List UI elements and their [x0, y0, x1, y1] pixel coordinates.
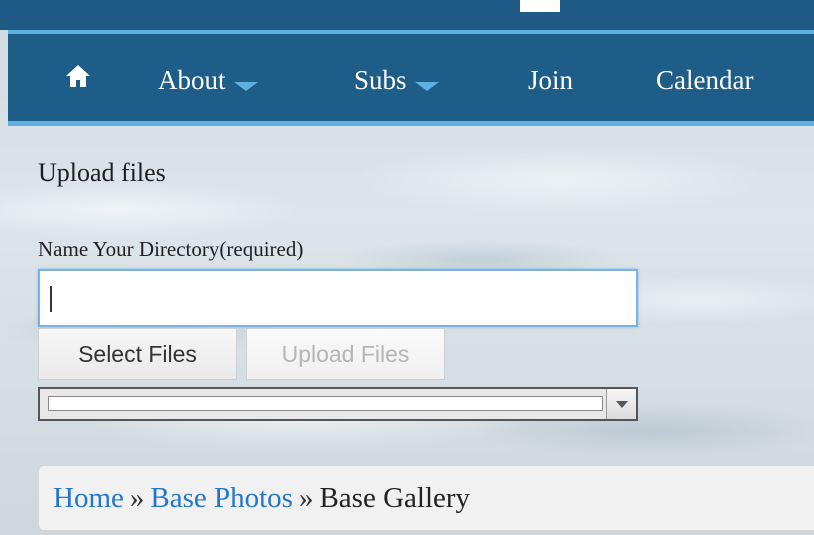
directory-select[interactable]: [38, 387, 638, 421]
text-cursor: [50, 286, 52, 312]
breadcrumb-separator: »: [298, 482, 314, 514]
home-icon: [66, 65, 90, 87]
home-button[interactable]: [65, 64, 95, 94]
nav-subs-label: Subs: [354, 65, 407, 95]
select-files-button[interactable]: Select Files: [38, 328, 237, 380]
breadcrumb-base-photos[interactable]: Base Photos: [150, 482, 293, 514]
directory-name-input[interactable]: [38, 269, 638, 327]
chevron-down-icon: [615, 400, 628, 408]
breadcrumb-current: Base Gallery: [319, 482, 471, 514]
breadcrumb-separator: »: [129, 482, 145, 514]
nav-about-label: About: [158, 65, 226, 95]
chevron-down-icon: [233, 82, 258, 91]
chevron-down-icon: [414, 82, 439, 91]
nav-join[interactable]: Join: [528, 65, 573, 95]
upload-files-button[interactable]: Upload Files: [246, 328, 445, 380]
nav-calendar-label: Calendar: [656, 65, 754, 95]
main-navigation: About Subs Join Calendar: [8, 30, 814, 126]
breadcrumb-home[interactable]: Home: [53, 482, 124, 514]
select-arrow[interactable]: [606, 389, 636, 419]
nav-calendar[interactable]: Calendar: [656, 65, 753, 95]
breadcrumb: Home» Base Photos» Base Gallery: [38, 465, 814, 531]
directory-label: Name Your Directory(required): [38, 237, 304, 261]
top-strip: [0, 0, 814, 30]
nav-subs[interactable]: Subs: [354, 65, 439, 95]
top-strip-gap: [520, 0, 560, 12]
nav-join-label: Join: [528, 65, 574, 95]
select-value: [48, 396, 603, 411]
page-title: Upload files: [38, 158, 166, 187]
nav-about[interactable]: About: [158, 65, 258, 95]
